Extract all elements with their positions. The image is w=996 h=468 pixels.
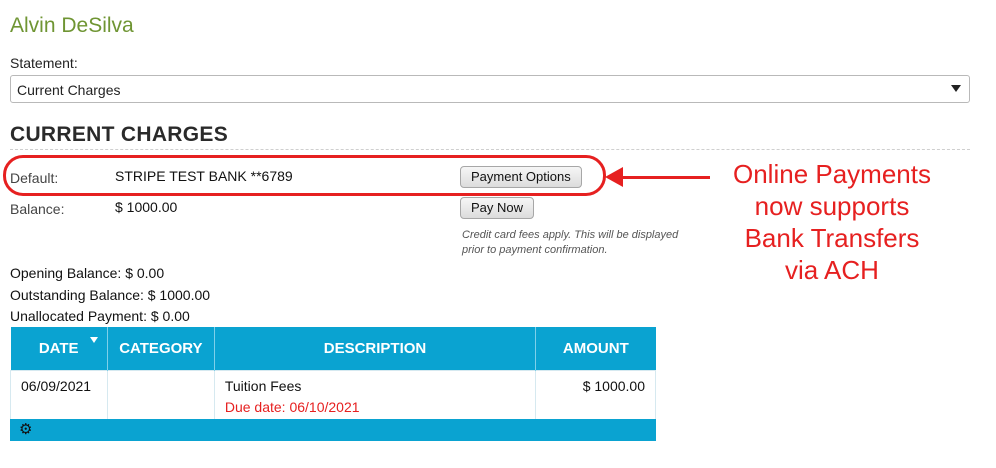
callout-line: via ACH [785, 255, 879, 285]
table-footer: ⚙ [10, 419, 656, 441]
balance-label: Balance: [10, 201, 65, 217]
sort-descending-icon[interactable] [89, 337, 98, 343]
column-header-date[interactable]: DATE [10, 327, 108, 370]
callout-line: Online Payments [733, 159, 931, 189]
annotation-arrow-line [618, 176, 710, 179]
cell-date: 06/09/2021 [10, 369, 108, 422]
callout-line: Bank Transfers [744, 223, 920, 253]
section-divider [10, 149, 970, 150]
cell-description: Tuition Fees Due date: 06/10/2021 [213, 369, 537, 422]
section-title: CURRENT CHARGES [10, 123, 229, 146]
statement-select[interactable]: Current Charges [10, 75, 970, 103]
column-header-amount[interactable]: AMOUNT [535, 327, 656, 370]
cell-category [106, 369, 215, 422]
cell-amount: $ 1000.00 [535, 369, 656, 422]
column-header-category[interactable]: CATEGORY [107, 327, 215, 370]
annotation-highlight-ring [3, 155, 606, 196]
unallocated-payment: Unallocated Payment: $ 0.00 [10, 308, 190, 324]
due-date-text: Due date: 06/10/2021 [224, 398, 360, 415]
column-header-label: DATE [38, 339, 79, 357]
credit-card-fee-note: Credit card fees apply. This will be dis… [462, 229, 679, 256]
chevron-down-icon [951, 85, 961, 92]
charges-table: DATE CATEGORY DESCRIPTION AMOUNT 06/09/2… [10, 327, 656, 422]
statement-label: Statement: [10, 55, 78, 71]
table-row[interactable]: 06/09/2021 Tuition Fees Due date: 06/10/… [10, 369, 656, 422]
opening-balance: Opening Balance: $ 0.00 [10, 265, 165, 281]
balance-value: $ 1000.00 [115, 199, 178, 215]
statement-selected-value: Current Charges [17, 82, 121, 98]
student-name: Alvin DeSilva [10, 14, 134, 37]
description-text: Tuition Fees [224, 377, 302, 394]
outstanding-balance: Outstanding Balance: $ 1000.00 [10, 287, 211, 303]
table-header-row: DATE CATEGORY DESCRIPTION AMOUNT [10, 327, 656, 370]
callout-line: now supports [754, 191, 910, 221]
column-header-description[interactable]: DESCRIPTION [214, 327, 537, 370]
pay-now-button[interactable]: Pay Now [460, 197, 535, 219]
annotation-callout: Online Payments now supports Bank Transf… [712, 158, 952, 286]
gear-icon[interactable]: ⚙ [19, 421, 32, 439]
